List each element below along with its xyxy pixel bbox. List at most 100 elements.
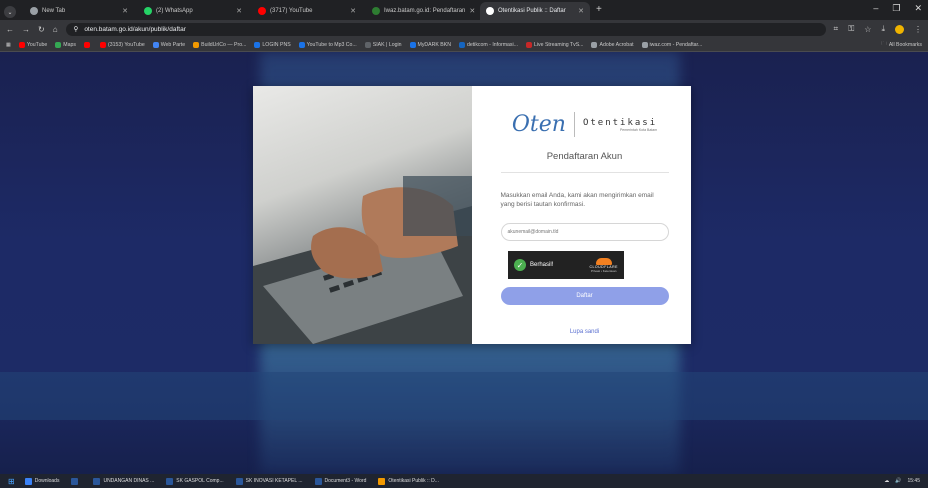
tab-close-icon[interactable]: ✕ — [578, 7, 584, 15]
browser-tab[interactable]: (2) WhatsApp ✕ — [138, 2, 248, 20]
all-bookmarks-label: All Bookmarks — [888, 41, 922, 48]
bookmark-item[interactable]: MyDARK BKN — [409, 41, 451, 48]
download-icon[interactable]: ⤓ — [881, 24, 885, 34]
kebab-menu-icon[interactable]: ⋮ — [914, 25, 922, 34]
app-icon — [235, 477, 243, 485]
home-icon[interactable]: ⌂ — [53, 25, 58, 34]
taskbar-item-label: Otentikasi Publik :: D... — [388, 478, 439, 484]
tabs: New Tab ✕ (2) WhatsApp ✕ (3717) YouTube ✕ Iwaz… — [20, 0, 590, 20]
tab-search-button[interactable]: ⌄ — [4, 6, 16, 18]
apps-icon[interactable]: ▦ — [6, 42, 11, 48]
clock[interactable]: 15:45 — [907, 478, 920, 484]
window-controls: – ❐ ✕ — [873, 3, 922, 14]
back-link[interactable]: Lupa sandi — [570, 329, 599, 335]
browser-tab[interactable]: Iwaz.batam.go.id: Pendaftaran ✕ — [366, 2, 476, 20]
tab-label: (2) WhatsApp — [156, 8, 193, 14]
tab-close-icon[interactable]: ✕ — [122, 7, 128, 15]
browser-tab[interactable]: Otentikasi Publik :: Daftar ✕ — [480, 2, 590, 20]
bookmark-label: detikcom - Informasi... — [466, 41, 518, 48]
windows-start-icon[interactable]: ⊞ — [8, 477, 15, 486]
taskbar-item-label: Downloads — [34, 478, 60, 484]
password-icon[interactable]: ⚿ — [848, 24, 854, 34]
tab-close-icon[interactable]: ✕ — [350, 7, 356, 15]
system-tray: ☁ 🔊 15:45 — [884, 478, 920, 484]
bookmark-item[interactable]: detikcom - Informasi... — [458, 41, 518, 48]
tab-label: Otentikasi Publik :: Daftar — [498, 8, 566, 14]
captcha-links[interactable]: Privasi • Ketentuan — [591, 269, 616, 273]
bookmark-label: Web Parte — [160, 41, 186, 48]
tab-close-icon[interactable]: ✕ — [469, 7, 475, 15]
bookmark-item[interactable] — [83, 41, 92, 48]
cloud-icon — [595, 257, 612, 265]
browser-tab[interactable]: (3717) YouTube ✕ — [252, 2, 362, 20]
bookmark-item[interactable]: LOGIN PNS — [254, 41, 291, 48]
close-icon[interactable]: ✕ — [914, 3, 922, 14]
logo-name: Otentikasi — [582, 117, 658, 128]
form-title: Pendaftaran Akun — [546, 151, 623, 162]
all-bookmarks-button[interactable]: 🗀 All Bookmarks — [882, 40, 922, 49]
reload-icon[interactable]: ↻ — [38, 25, 45, 34]
bookmark-item[interactable]: SIAK | Login — [364, 41, 402, 48]
bookmark-favicon-icon — [55, 41, 62, 48]
tab-strip: ⌄ New Tab ✕ (2) WhatsApp ✕ (3717) YouTube ✕ Iw… — [0, 0, 928, 20]
bookmark-favicon-icon — [254, 41, 261, 48]
bookmark-item[interactable]: YouTube — [18, 41, 48, 48]
minimize-icon[interactable]: – — [873, 3, 878, 14]
taskbar-item[interactable]: Document3 - Word — [314, 477, 366, 485]
bookmark-favicon-icon — [458, 41, 465, 48]
url-field[interactable]: ⚲ oten.batam.go.id/akun/publik/daftar — [65, 22, 826, 36]
back-icon[interactable]: ← — [6, 25, 14, 34]
bookmark-item[interactable]: Live Streaming TvS... — [525, 41, 584, 48]
form-description: Masukkan email Anda, kami akan mengirimk… — [500, 192, 654, 208]
bookmark-item[interactable]: iwaz.com - Pendaftar... — [641, 41, 702, 48]
submit-button[interactable]: Daftar — [500, 287, 669, 305]
bookmark-item[interactable]: Adobe Acrobat — [591, 41, 634, 48]
folder-icon: 🗀 — [881, 41, 887, 47]
turnstile-captcha[interactable]: ✓ Berhasil! CLOUDFLARE Privasi • Ketentu… — [508, 251, 624, 279]
url-text: oten.batam.go.id/akun/publik/daftar — [84, 25, 186, 33]
tab-label: Iwaz.batam.go.id: Pendaftaran — [384, 8, 466, 14]
page-background: Oten Otentikasi Pemerintah Kota Batam Pe… — [0, 52, 928, 474]
taskbar-item[interactable] — [71, 477, 81, 485]
tab-label: (3717) YouTube — [270, 8, 313, 14]
app-icon — [24, 477, 32, 485]
taskbar-item[interactable]: Otentikasi Publik :: D... — [378, 477, 439, 485]
email-field[interactable]: akunemail@domain.tld — [500, 223, 669, 241]
new-tab-button[interactable]: + — [596, 2, 602, 20]
forward-icon[interactable]: → — [22, 25, 30, 34]
site-info-icon[interactable]: ⚲ — [74, 25, 79, 33]
taskbar-item[interactable]: UNDANGAN DINAS ... — [93, 477, 154, 485]
bookmark-list: YouTube Maps (3153) YouTube Web Parte BuildU… — [18, 41, 702, 48]
bookmark-item[interactable]: Maps — [55, 41, 76, 48]
signup-form: Oten Otentikasi Pemerintah Kota Batam Pe… — [472, 86, 691, 344]
bookmark-label: Maps — [63, 41, 76, 48]
bookmark-item[interactable]: (3153) YouTube — [99, 41, 145, 48]
taskbar-item[interactable]: SK INOVASI KETAPEL ... — [235, 477, 303, 485]
browser-tab[interactable]: New Tab ✕ — [24, 2, 134, 20]
bookmark-label: Live Streaming TvS... — [533, 41, 584, 48]
app-icon — [314, 477, 322, 485]
bookmark-favicon-icon — [525, 41, 532, 48]
bookmark-item[interactable]: Web Parte — [152, 41, 186, 48]
translate-icon[interactable]: ⌗ — [834, 24, 839, 34]
tab-close-icon[interactable]: ✕ — [236, 7, 242, 15]
logo-text: Otentikasi Pemerintah Kota Batam — [583, 118, 657, 132]
taskbar-item[interactable]: SK GASPOL Comp... — [166, 477, 224, 485]
restore-icon[interactable]: ❐ — [892, 3, 900, 14]
bookmark-item[interactable]: BuildUrlCo — Pro... — [193, 41, 246, 48]
bookmark-favicon-icon — [409, 41, 416, 48]
profile-avatar[interactable] — [895, 24, 904, 34]
volume-icon[interactable]: 🔊 — [895, 478, 901, 484]
bookmark-label: YouTube — [26, 41, 48, 48]
bookmark-favicon-icon — [641, 41, 648, 48]
bookmarks-bar: ▦ YouTube Maps (3153) YouTube Web Parte Buil… — [0, 38, 928, 52]
bookmark-item[interactable]: YouTube to Mp3 Co... — [298, 41, 357, 48]
checkmark-icon: ✓ — [514, 259, 526, 271]
captcha-status: Berhasil! — [530, 262, 554, 268]
divider — [500, 172, 669, 173]
tab-favicon-icon — [372, 7, 380, 15]
star-icon[interactable]: ☆ — [864, 25, 871, 34]
weather-icon[interactable]: ☁ — [884, 478, 889, 484]
taskbar-item[interactable]: Downloads — [24, 477, 60, 485]
cloudflare-logo: CLOUDFLARE Privasi • Ketentuan — [589, 257, 618, 273]
